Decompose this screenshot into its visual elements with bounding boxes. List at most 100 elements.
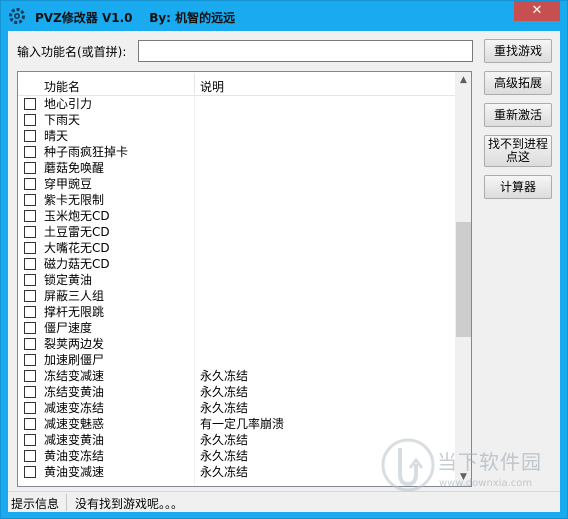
list-header: 功能名 说明 [18,72,455,96]
status-message: 没有找到游戏呢。。。 [75,497,184,511]
row-checkbox[interactable] [24,450,36,462]
title-bar[interactable]: PVZ修改器 V1.0 By: 机智的远远 ✕ [1,1,567,31]
row-feature-name: 晴天 [44,129,69,143]
column-divider[interactable] [194,74,195,94]
row-checkbox[interactable] [24,114,36,126]
list-item[interactable]: 裂荚两边发 [18,336,455,352]
row-feature-name: 大嘴花无CD [44,241,110,255]
row-feature-name: 黄油变冻结 [44,449,105,463]
row-checkbox[interactable] [24,354,36,366]
gear-icon [9,8,25,24]
list-item[interactable]: 土豆雷无CD [18,224,455,240]
row-feature-name: 屏蔽三人组 [44,289,105,303]
row-description: 永久冻结 [200,369,249,383]
row-description: 永久冻结 [200,449,249,463]
row-checkbox[interactable] [24,466,36,478]
search-input[interactable] [138,40,473,62]
row-feature-name: 土豆雷无CD [44,225,110,239]
row-feature-name: 地心引力 [44,97,93,111]
list-item[interactable]: 蘑菇免唤醒 [18,160,455,176]
calculator-button[interactable]: 计算器 [484,175,552,199]
row-feature-name: 裂荚两边发 [44,337,105,351]
list-item[interactable]: 种子雨疯狂掉卡 [18,144,455,160]
row-checkbox[interactable] [24,418,36,430]
chevron-up-icon[interactable]: ▲ [455,72,471,89]
list-item[interactable]: 屏蔽三人组 [18,288,455,304]
row-feature-name: 紫卡无限制 [44,193,105,207]
list-item[interactable]: 减速变魅惑 有一定几率崩溃 [18,416,455,432]
row-feature-name: 减速变黄油 [44,433,105,447]
reactivate-button[interactable]: 重新激活 [484,103,552,127]
row-feature-name: 磁力菇无CD [44,257,110,271]
main-window: PVZ修改器 V1.0 By: 机智的远远 ✕ 输入功能名(或首拼): 重找游戏… [0,0,568,519]
row-feature-name: 冻结变减速 [44,369,105,383]
close-button[interactable]: ✕ [514,1,560,21]
row-feature-name: 蘑菇免唤醒 [44,161,105,175]
row-description: 永久冻结 [200,465,249,479]
list-item[interactable]: 玉米炮无CD [18,208,455,224]
column-header-name[interactable]: 功能名 [44,78,80,95]
row-checkbox[interactable] [24,274,36,286]
row-checkbox[interactable] [24,258,36,270]
list-item[interactable]: 大嘴花无CD [18,240,455,256]
row-checkbox[interactable] [24,98,36,110]
row-feature-name: 锁定黄油 [44,273,93,287]
row-feature-name: 加速刷僵尸 [44,353,105,367]
column-header-desc[interactable]: 说明 [200,78,224,95]
advanced-extend-button[interactable]: 高级拓展 [484,71,552,95]
scrollbar-thumb[interactable] [456,222,471,337]
list-item[interactable]: 晴天 [18,128,455,144]
list-item[interactable]: 磁力菇无CD [18,256,455,272]
row-feature-name: 撑杆无限跳 [44,305,105,319]
row-checkbox[interactable] [24,162,36,174]
row-description: 永久冻结 [200,401,249,415]
row-feature-name: 穿甲豌豆 [44,177,93,191]
row-checkbox[interactable] [24,386,36,398]
status-label: 提示信息 [11,497,60,511]
row-checkbox[interactable] [24,242,36,254]
row-checkbox[interactable] [24,130,36,142]
search-label: 输入功能名(或首拼): [17,45,127,59]
list-item[interactable]: 下雨天 [18,112,455,128]
list-item[interactable]: 紫卡无限制 [18,192,455,208]
refind-game-button[interactable]: 重找游戏 [484,39,552,63]
row-checkbox[interactable] [24,290,36,302]
list-item[interactable]: 锁定黄油 [18,272,455,288]
vertical-scrollbar[interactable]: ▲ ▼ [455,72,471,486]
row-feature-name: 下雨天 [44,113,81,127]
list-item[interactable]: 撑杆无限跳 [18,304,455,320]
row-feature-name: 种子雨疯狂掉卡 [44,145,129,159]
list-item[interactable]: 加速刷僵尸 [18,352,455,368]
row-description: 有一定几率崩溃 [200,417,285,431]
row-checkbox[interactable] [24,210,36,222]
row-description: 永久冻结 [200,385,249,399]
row-feature-name: 黄油变减速 [44,465,105,479]
list-item[interactable]: 冻结变黄油 永久冻结 [18,384,455,400]
row-feature-name: 减速变冻结 [44,401,105,415]
row-checkbox[interactable] [24,322,36,334]
list-item[interactable]: 地心引力 [18,96,455,112]
watermark-logo-icon [381,438,435,492]
list-item[interactable]: 冻结变减速 永久冻结 [18,368,455,384]
row-checkbox[interactable] [24,178,36,190]
list-item[interactable]: 穿甲豌豆 [18,176,455,192]
row-description: 永久冻结 [200,433,249,447]
list-item[interactable]: 僵尸速度 [18,320,455,336]
cannot-find-process-button[interactable]: 找不到进程点这 [484,135,552,167]
row-checkbox[interactable] [24,338,36,350]
row-feature-name: 冻结变黄油 [44,385,105,399]
row-checkbox[interactable] [24,434,36,446]
list-item[interactable]: 减速变冻结 永久冻结 [18,400,455,416]
row-checkbox[interactable] [24,146,36,158]
row-checkbox[interactable] [24,306,36,318]
row-feature-name: 减速变魅惑 [44,417,105,431]
status-divider [66,494,67,511]
row-checkbox[interactable] [24,402,36,414]
site-watermark: 当下软件园 www.downxia.com [379,434,559,504]
row-feature-name: 玉米炮无CD [44,209,110,223]
row-feature-name: 僵尸速度 [44,321,93,335]
row-checkbox[interactable] [24,194,36,206]
row-checkbox[interactable] [24,226,36,238]
row-checkbox[interactable] [24,370,36,382]
feature-list[interactable]: 功能名 说明 地心引力下雨天晴天种子雨疯狂掉卡 蘑菇免唤醒穿甲豌豆紫卡无限制玉米炮… [17,71,472,487]
